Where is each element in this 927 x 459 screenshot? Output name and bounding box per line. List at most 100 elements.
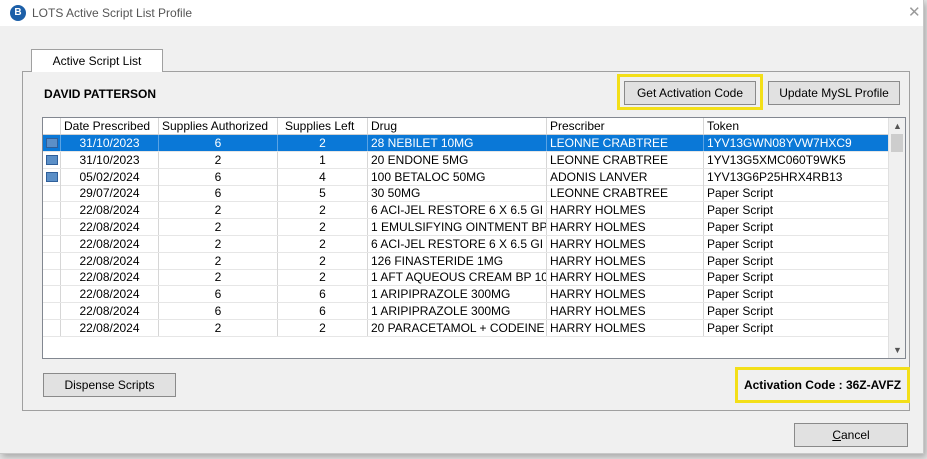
cell-supplies-left: 2	[278, 235, 368, 252]
active-script-table[interactable]: Date Prescribed Supplies Authorized Supp…	[42, 117, 906, 359]
table-row[interactable]: 22/08/2024 2 2 6 ACI-JEL RESTORE 6 X 6.5 GI…	[43, 202, 888, 220]
table-row[interactable]: 22/08/2024 2 2 126 FINASTERIDE 1MG HARRY HOL…	[43, 252, 888, 270]
header-token[interactable]: Token	[704, 118, 888, 134]
cell-supplies-authorized: 6	[159, 168, 278, 185]
table-row[interactable]: 31/10/2023 2 1 20 ENDONE 5MG LEONNE CRABTREE…	[43, 151, 888, 169]
row-icon-cell	[43, 269, 61, 286]
table-row[interactable]: 22/08/2024 2 2 6 ACI-JEL RESTORE 6 X 6.5 GI…	[43, 235, 888, 253]
cell-date: 31/10/2023	[61, 151, 159, 168]
cell-supplies-authorized: 2	[159, 252, 278, 269]
cancel-button[interactable]: Cancel	[794, 423, 908, 447]
script-icon	[46, 138, 58, 148]
cell-prescriber: ADONIS LANVER	[547, 168, 704, 185]
cell-date: 05/02/2024	[61, 168, 159, 185]
table-row[interactable]: 31/10/2023 6 2 28 NEBILET 10MG LEONNE CRABTR…	[43, 135, 888, 152]
cell-supplies-left: 5	[278, 185, 368, 202]
cell-supplies-left: 2	[278, 269, 368, 286]
cell-prescriber: LEONNE CRABTREE	[547, 185, 704, 202]
table-row[interactable]: 22/08/2024 6 6 1 ARIPIPRAZOLE 300MG HARRY HO…	[43, 286, 888, 304]
cell-supplies-left: 2	[278, 319, 368, 336]
cell-supplies-authorized: 2	[159, 202, 278, 219]
cell-drug: 126 FINASTERIDE 1MG	[368, 252, 547, 269]
header-prescriber[interactable]: Prescriber	[547, 118, 704, 134]
row-icon-cell	[43, 151, 61, 168]
cell-date: 22/08/2024	[61, 269, 159, 286]
row-icon-cell	[43, 286, 61, 303]
cell-supplies-authorized: 6	[159, 135, 278, 151]
cell-token: Paper Script	[707, 270, 774, 285]
cell-supplies-authorized: 2	[159, 235, 278, 252]
table-row[interactable]: 22/08/2024 2 2 20 PARACETAMOL + CODEINE HARR…	[43, 319, 888, 337]
cancel-label-rest: ancel	[840, 428, 870, 442]
header-drug[interactable]: Drug	[368, 118, 547, 134]
cell-date: 31/10/2023	[61, 135, 159, 151]
header-supplies-authorized[interactable]: Supplies Authorized	[159, 118, 278, 134]
cell-drug: 20 ENDONE 5MG	[368, 151, 547, 168]
scroll-down-arrow-icon[interactable]: ▼	[889, 342, 905, 358]
cell-drug: 100 BETALOC 50MG	[368, 168, 547, 185]
cell-prescriber: HARRY HOLMES	[547, 252, 704, 269]
cell-drug: 1 ARIPIPRAZOLE 300MG	[368, 303, 547, 319]
table-row[interactable]: 22/08/2024 2 2 1 EMULSIFYING OINTMENT BP HAR…	[43, 219, 888, 236]
cell-drug: 20 PARACETAMOL + CODEINE	[368, 319, 547, 336]
cell-supplies-authorized: 6	[159, 185, 278, 202]
cell-prescriber: HARRY HOLMES	[547, 202, 704, 219]
get-activation-code-button[interactable]: Get Activation Code	[624, 81, 756, 105]
row-icon-cell	[43, 219, 61, 235]
cell-drug: 6 ACI-JEL RESTORE 6 X 6.5 GI	[368, 202, 547, 219]
cell-prescriber: HARRY HOLMES	[547, 235, 704, 252]
cell-token: 1YV13G6P25HRX4RB13	[707, 169, 843, 184]
cell-supplies-left: 2	[278, 202, 368, 219]
window-title: LOTS Active Script List Profile	[32, 6, 193, 20]
cell-date: 22/08/2024	[61, 252, 159, 269]
dialog-window: B LOTS Active Script List Profile ✕ Acti…	[0, 0, 924, 454]
script-icon	[46, 171, 58, 182]
scroll-thumb[interactable]	[891, 134, 903, 152]
cell-prescriber: HARRY HOLMES	[547, 303, 704, 319]
cell-token: Paper Script	[707, 304, 774, 318]
table-header: Date Prescribed Supplies Authorized Supp…	[43, 118, 888, 135]
cell-supplies-left: 2	[278, 219, 368, 235]
cell-drug: 1 AFT AQUEOUS CREAM BP 10	[368, 269, 547, 286]
cell-token: Paper Script	[707, 320, 774, 335]
cell-supplies-authorized: 2	[159, 269, 278, 286]
cell-supplies-left: 2	[278, 252, 368, 269]
cell-supplies-authorized: 2	[159, 151, 278, 168]
table-row[interactable]: 22/08/2024 6 6 1 ARIPIPRAZOLE 300MG HARRY HO…	[43, 303, 888, 320]
dispense-scripts-button[interactable]: Dispense Scripts	[43, 373, 176, 397]
close-icon[interactable]: ✕	[908, 3, 921, 21]
tab-active-script-list[interactable]: Active Script List	[31, 49, 163, 72]
table-row[interactable]: 29/07/2024 6 5 30 50MG LEONNE CRABTREE Paper …	[43, 185, 888, 203]
cell-prescriber: HARRY HOLMES	[547, 269, 704, 286]
cell-token: 1YV13G5XMC060T9WK5	[707, 152, 846, 167]
row-icon-cell	[43, 303, 61, 319]
row-icon-cell	[43, 185, 61, 202]
row-icon-cell	[43, 135, 61, 151]
cell-supplies-left: 6	[278, 303, 368, 319]
table-row[interactable]: 05/02/2024 6 4 100 BETALOC 50MG ADONIS LANVE…	[43, 168, 888, 186]
row-icon-cell	[43, 202, 61, 219]
header-supplies-left[interactable]: Supplies Left	[278, 118, 368, 134]
update-mysl-profile-button[interactable]: Update MySL Profile	[768, 81, 900, 105]
header-date-prescribed[interactable]: Date Prescribed	[61, 118, 159, 134]
cell-token: Paper Script	[707, 287, 774, 302]
cell-date: 22/08/2024	[61, 303, 159, 319]
cell-drug: 28 NEBILET 10MG	[368, 135, 547, 151]
cell-supplies-authorized: 2	[159, 219, 278, 235]
table-row[interactable]: 22/08/2024 2 2 1 AFT AQUEOUS CREAM BP 10 HAR…	[43, 269, 888, 287]
row-icon-cell	[43, 319, 61, 336]
cell-supplies-left: 6	[278, 286, 368, 303]
scroll-up-arrow-icon[interactable]: ▲	[889, 118, 905, 134]
row-icon-cell	[43, 235, 61, 252]
row-icon-cell	[43, 252, 61, 269]
activation-code-label: Activation Code : 36Z-AVFZ	[735, 367, 910, 403]
script-icon	[46, 154, 58, 165]
cell-token: Paper Script	[707, 253, 774, 268]
cell-date: 29/07/2024	[61, 185, 159, 202]
cell-drug: 6 ACI-JEL RESTORE 6 X 6.5 GI	[368, 235, 547, 252]
cell-date: 22/08/2024	[61, 319, 159, 336]
app-icon: B	[10, 5, 26, 21]
cell-prescriber: HARRY HOLMES	[547, 219, 704, 235]
cancel-accesskey: C	[832, 428, 841, 442]
vertical-scrollbar[interactable]: ▲ ▼	[888, 118, 905, 358]
